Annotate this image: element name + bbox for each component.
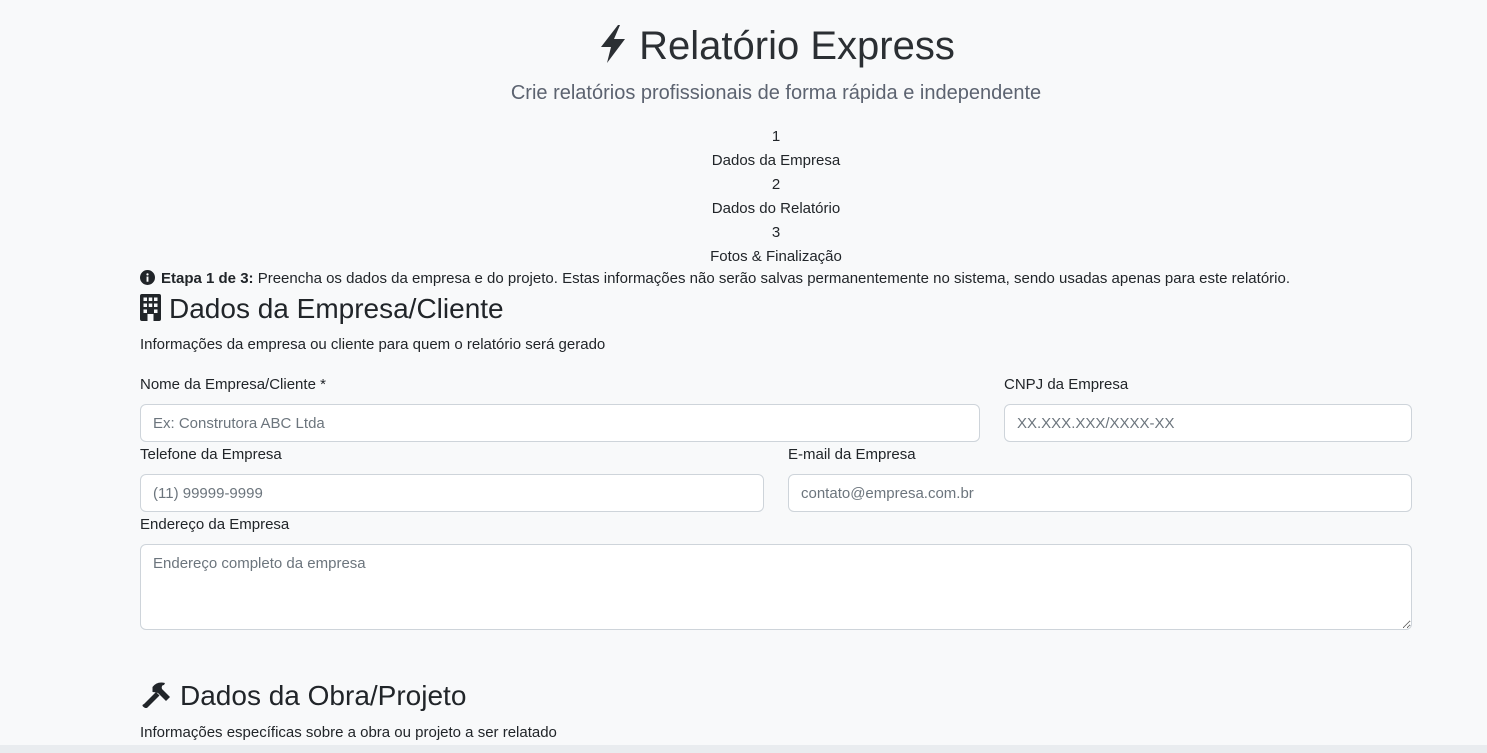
company-section-description: Informações da empresa ou cliente para q… bbox=[140, 336, 606, 353]
phone-label: Telefone da Empresa bbox=[140, 446, 282, 463]
page: Relatório Express Crie relatórios profis… bbox=[0, 0, 1487, 753]
phone-input[interactable] bbox=[140, 474, 764, 512]
address-textarea[interactable] bbox=[140, 544, 1412, 630]
project-section-title-text: Dados da Obra/Projeto bbox=[180, 680, 467, 711]
step-label: Dados do Relatório bbox=[711, 200, 841, 217]
company-name-label: Nome da Empresa/Cliente * bbox=[140, 376, 326, 393]
info-alert: Etapa 1 de 3: Preencha os dados da empre… bbox=[140, 269, 1290, 289]
horizontal-scrollbar[interactable] bbox=[0, 745, 1487, 753]
step-number: 2 bbox=[771, 176, 781, 193]
step-number: 3 bbox=[771, 224, 781, 241]
project-section-description: Informações específicas sobre a obra ou … bbox=[140, 724, 557, 741]
alert-step-label: Etapa 1 de 3: bbox=[161, 270, 254, 287]
step-number: 1 bbox=[771, 128, 781, 145]
lightning-bolt-icon bbox=[601, 25, 626, 63]
page-subtitle: Crie relatórios profissionais de forma r… bbox=[510, 82, 1042, 104]
company-name-input[interactable] bbox=[140, 404, 980, 442]
company-section-title-text: Dados da Empresa/Cliente bbox=[169, 293, 504, 324]
email-label: E-mail da Empresa bbox=[788, 446, 916, 463]
step-label: Dados da Empresa bbox=[711, 152, 841, 169]
page-title: Relatório Express bbox=[0, 22, 1487, 70]
hammer-icon bbox=[142, 682, 170, 708]
building-icon bbox=[140, 294, 161, 321]
company-section-title: Dados da Empresa/Cliente bbox=[140, 292, 504, 326]
step-label: Fotos & Finalização bbox=[710, 248, 842, 265]
alert-text: Preencha os dados da empresa e do projet… bbox=[253, 270, 1290, 287]
app-header: Relatório Express bbox=[0, 22, 1487, 70]
step-indicator: 1 Dados da Empresa 2 Dados do Relatório … bbox=[0, 125, 1487, 269]
project-section-title: Dados da Obra/Projeto bbox=[140, 679, 466, 713]
info-circle-icon bbox=[140, 270, 155, 285]
cnpj-label: CNPJ da Empresa bbox=[1004, 376, 1129, 393]
address-label: Endereço da Empresa bbox=[140, 516, 290, 533]
cnpj-input[interactable] bbox=[1004, 404, 1412, 442]
page-title-text: Relatório Express bbox=[639, 24, 955, 68]
email-input[interactable] bbox=[788, 474, 1412, 512]
